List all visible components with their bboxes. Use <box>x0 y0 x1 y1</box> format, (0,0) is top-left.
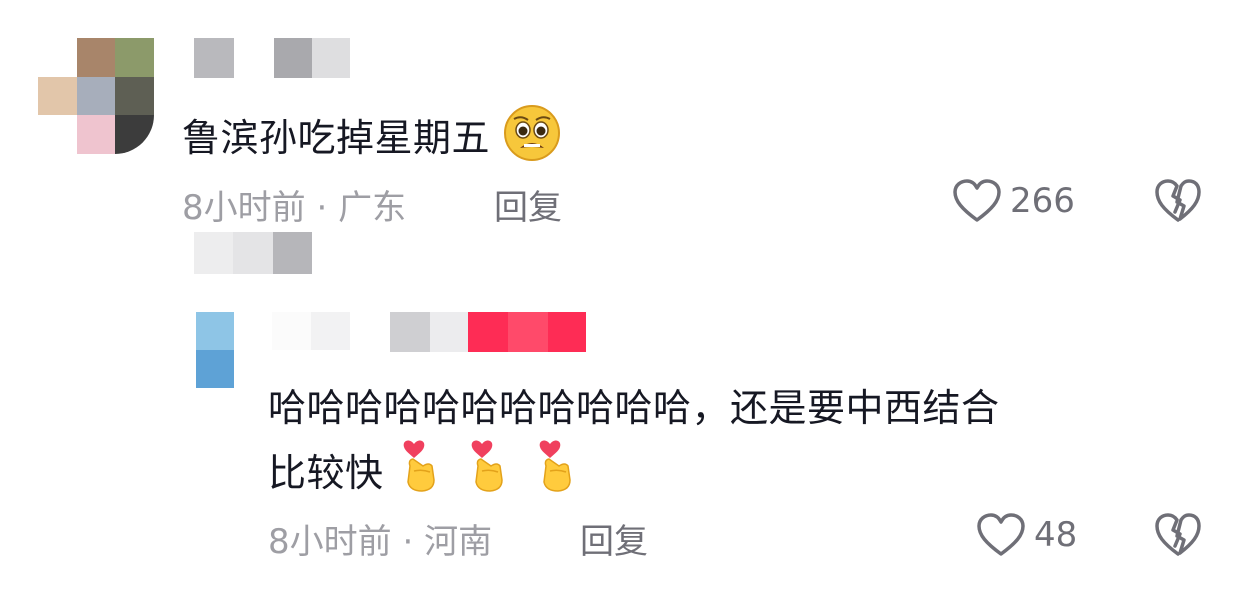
heart-outline-icon <box>976 512 1026 558</box>
like-count: 48 <box>1034 515 1078 555</box>
like-button[interactable]: 266 <box>952 178 1075 224</box>
author-badge <box>390 312 586 352</box>
reply-text-line-2: 比较快 <box>268 436 1208 509</box>
expand-replies-blurred[interactable] <box>194 232 312 274</box>
finger-heart-emoji <box>396 436 446 509</box>
avatar[interactable] <box>38 38 154 154</box>
pleading-face-emoji <box>503 104 561 177</box>
reply-text-line-2-content: 比较快 <box>268 450 384 495</box>
separator: · <box>402 522 414 562</box>
comment-text-content: 鲁滨孙吃掉星期五 <box>182 116 491 160</box>
like-count: 266 <box>1010 181 1075 221</box>
like-button[interactable]: 48 <box>976 512 1077 558</box>
reply-button[interactable]: 回复 <box>494 180 562 229</box>
timestamp: 8小时前 <box>182 188 306 228</box>
location: 广东 <box>338 188 407 228</box>
reply-text-line-1: 哈哈哈哈哈哈哈哈哈哈哈，还是要中西结合 <box>268 386 1000 430</box>
comment-text: 鲁滨孙吃掉星期五 <box>182 104 561 177</box>
comment-meta: 8小时前 · 河南 <box>268 514 492 563</box>
username[interactable] <box>272 312 350 350</box>
username[interactable] <box>194 38 350 78</box>
dislike-button[interactable] <box>1154 178 1202 224</box>
broken-heart-icon <box>1154 512 1202 558</box>
heart-outline-icon <box>952 178 1002 224</box>
finger-heart-emoji <box>532 436 582 509</box>
finger-heart-emoji <box>464 436 514 509</box>
dislike-button[interactable] <box>1154 512 1202 558</box>
reply-text: 哈哈哈哈哈哈哈哈哈哈哈，还是要中西结合 比较快 <box>268 380 1208 509</box>
separator: · <box>316 188 328 228</box>
avatar[interactable] <box>196 312 234 388</box>
broken-heart-icon <box>1154 178 1202 224</box>
comment-meta: 8小时前 · 广东 <box>182 180 406 229</box>
location: 河南 <box>424 522 493 562</box>
reply-button[interactable]: 回复 <box>580 514 648 563</box>
timestamp: 8小时前 <box>268 522 392 562</box>
